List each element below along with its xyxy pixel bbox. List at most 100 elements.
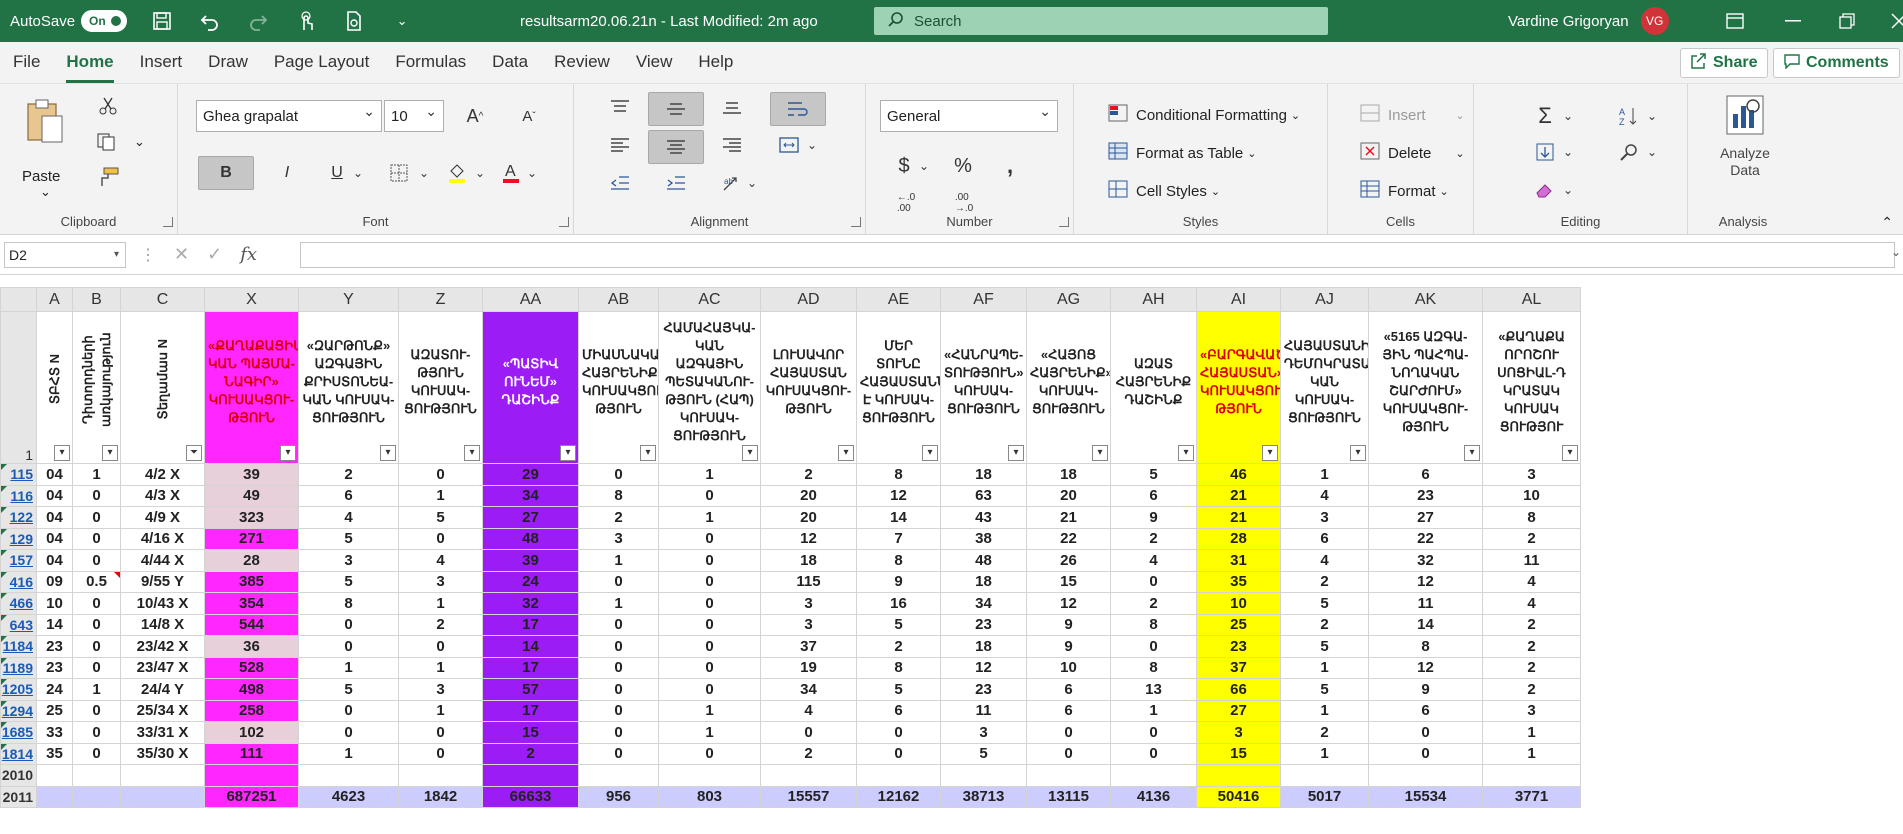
cell[interactable]: 0: [398, 527, 483, 550]
cell[interactable]: [940, 764, 1027, 787]
cell[interactable]: 0: [72, 592, 121, 615]
cell[interactable]: 10: [36, 592, 73, 615]
cell[interactable]: 24: [482, 570, 579, 593]
cell[interactable]: 10/43 X: [120, 592, 205, 615]
cell[interactable]: 3: [298, 549, 399, 572]
column-header-al[interactable]: AL: [1482, 287, 1581, 312]
merge-center-icon[interactable]: [774, 132, 804, 158]
cell[interactable]: 18: [1026, 463, 1111, 486]
cell[interactable]: 31: [1196, 549, 1281, 572]
clipboard-launcher-icon[interactable]: [163, 217, 173, 227]
cell[interactable]: 0: [658, 656, 761, 679]
cell[interactable]: 528: [204, 656, 299, 679]
cell[interactable]: 2: [1482, 613, 1581, 636]
cell[interactable]: 32: [482, 592, 579, 615]
cell[interactable]: 15534: [1368, 785, 1483, 808]
find-dropdown-icon[interactable]: ⌄: [1644, 138, 1660, 166]
filter-dropdown-icon[interactable]: ▾: [1262, 445, 1278, 461]
italic-button[interactable]: I: [272, 156, 302, 190]
menu-file[interactable]: File: [0, 52, 53, 83]
cell[interactable]: 39: [204, 463, 299, 486]
row-number[interactable]: 129: [0, 527, 37, 550]
cell[interactable]: 2: [1280, 570, 1369, 593]
font-size-select[interactable]: 10: [384, 100, 444, 132]
cell[interactable]: 4: [298, 506, 399, 529]
cell[interactable]: 354: [204, 592, 299, 615]
format-painter-icon[interactable]: [98, 166, 120, 193]
cell[interactable]: 0: [72, 721, 121, 744]
cell[interactable]: 20: [1026, 484, 1111, 507]
cell[interactable]: 33/31 X: [120, 721, 205, 744]
analyze-data-button[interactable]: Analyze Data: [1700, 94, 1790, 179]
cell[interactable]: 0: [578, 742, 659, 765]
row-number[interactable]: 122: [0, 506, 37, 529]
menu-data[interactable]: Data: [479, 52, 541, 83]
cell[interactable]: 1: [1280, 656, 1369, 679]
cell[interactable]: 1: [72, 678, 121, 701]
close-icon[interactable]: [1886, 8, 1903, 34]
menu-view[interactable]: View: [623, 52, 686, 83]
autosum-dropdown-icon[interactable]: ⌄: [1560, 102, 1576, 130]
cell[interactable]: 15: [1026, 570, 1111, 593]
cell[interactable]: 1: [658, 506, 761, 529]
cell[interactable]: 9: [1026, 613, 1111, 636]
cell[interactable]: 9: [1368, 678, 1483, 701]
ribbon-display-icon[interactable]: [1722, 8, 1748, 34]
cell[interactable]: 23/42 X: [120, 635, 205, 658]
cell[interactable]: 6: [1280, 527, 1369, 550]
cell[interactable]: 1842: [398, 785, 483, 808]
row-number[interactable]: 157: [0, 549, 37, 572]
cell[interactable]: 21: [1196, 484, 1281, 507]
cell[interactable]: [1026, 764, 1111, 787]
row-number[interactable]: 2010: [0, 764, 37, 787]
cell[interactable]: 0: [72, 656, 121, 679]
cell[interactable]: 4136: [1110, 785, 1197, 808]
cell[interactable]: 0: [658, 570, 761, 593]
formula-input[interactable]: [300, 242, 1895, 268]
cell[interactable]: 3: [398, 678, 483, 701]
borders-dropdown-icon[interactable]: ⌄: [416, 156, 432, 190]
enter-icon[interactable]: ✓: [207, 244, 222, 265]
cell[interactable]: 385: [204, 570, 299, 593]
cell[interactable]: 5: [940, 742, 1027, 765]
align-bottom-icon[interactable]: [718, 94, 746, 120]
cell[interactable]: 3: [1280, 506, 1369, 529]
borders-icon[interactable]: [386, 160, 412, 186]
currency-icon[interactable]: $: [890, 152, 918, 180]
cell[interactable]: 2: [1482, 656, 1581, 679]
find-select-icon[interactable]: [1614, 138, 1644, 166]
cell[interactable]: 0: [1368, 721, 1483, 744]
cell[interactable]: 0: [398, 742, 483, 765]
cell[interactable]: 17: [482, 699, 579, 722]
cell-styles-button[interactable]: Cell Styles ⌄: [1108, 180, 1220, 202]
cell[interactable]: 3: [1482, 463, 1581, 486]
cut-icon[interactable]: [98, 96, 118, 121]
cell[interactable]: 4: [1482, 570, 1581, 593]
cell[interactable]: 39: [482, 549, 579, 572]
bold-button[interactable]: B: [198, 156, 254, 190]
cell[interactable]: 1: [578, 592, 659, 615]
cell[interactable]: 04: [36, 549, 73, 572]
filter-dropdown-icon[interactable]: ▾: [380, 445, 396, 461]
cell[interactable]: 0: [1110, 570, 1197, 593]
cell[interactable]: 37: [760, 635, 857, 658]
fill-color-icon[interactable]: [444, 160, 470, 186]
filter-dropdown-icon[interactable]: ▾: [280, 445, 296, 461]
cell[interactable]: 26: [1026, 549, 1111, 572]
cell[interactable]: 24: [36, 678, 73, 701]
select-all-corner[interactable]: [0, 287, 37, 312]
fill-color-dropdown-icon[interactable]: ⌄: [472, 156, 488, 190]
cell[interactable]: 29: [482, 463, 579, 486]
cell[interactable]: [72, 785, 121, 808]
filter-dropdown-icon[interactable]: ▾: [1350, 445, 1366, 461]
paste-dropdown-icon[interactable]: ⌄: [40, 184, 51, 200]
cell[interactable]: 12: [1368, 570, 1483, 593]
cell[interactable]: 28: [204, 549, 299, 572]
cell[interactable]: 14: [482, 635, 579, 658]
column-title[interactable]: «ՔԱՂԱՔԱ ՈՐՈՇՈՒ ՍՈՑԻԱԼ-Դ ԿՐԱՏԱԿ ԿՈՒՍԱԿ ՑՈ…: [1482, 311, 1581, 464]
cell[interactable]: 0: [72, 699, 121, 722]
align-middle-icon[interactable]: [648, 92, 704, 126]
row-number[interactable]: 466: [0, 592, 37, 615]
cell[interactable]: 0: [578, 463, 659, 486]
column-header-ac[interactable]: AC: [658, 287, 761, 312]
